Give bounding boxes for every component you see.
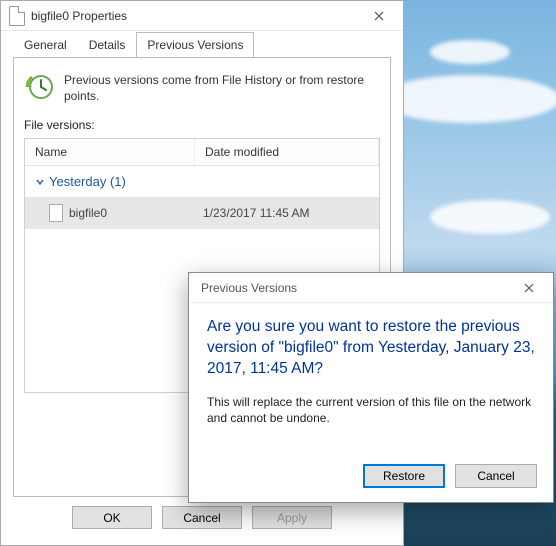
- dialog-main-text: Are you sure you want to restore the pre…: [207, 317, 535, 380]
- confirm-restore-dialog: Previous Versions Are you sure you want …: [188, 272, 554, 503]
- history-clock-icon: [24, 72, 54, 102]
- tab-row: General Details Previous Versions: [1, 31, 403, 57]
- file-versions-label: File versions:: [24, 118, 380, 132]
- apply-button[interactable]: Apply: [252, 506, 332, 529]
- file-date: 1/23/2017 11:45 AM: [195, 204, 379, 222]
- group-yesterday[interactable]: Yesterday (1): [25, 166, 379, 197]
- tab-general[interactable]: General: [13, 32, 78, 58]
- file-version-row[interactable]: bigfile0 1/23/2017 11:45 AM: [25, 197, 379, 229]
- dialog-sub-text: This will replace the current version of…: [207, 394, 535, 426]
- dialog-titlebar[interactable]: Previous Versions: [189, 273, 553, 303]
- column-name[interactable]: Name: [25, 139, 195, 165]
- ok-button[interactable]: OK: [72, 506, 152, 529]
- window-title: bigfile0 Properties: [31, 9, 359, 23]
- titlebar[interactable]: bigfile0 Properties: [1, 1, 403, 31]
- cancel-button[interactable]: Cancel: [162, 506, 242, 529]
- restore-button[interactable]: Restore: [363, 464, 445, 488]
- list-header: Name Date modified: [25, 139, 379, 166]
- file-icon: [9, 6, 25, 26]
- chevron-down-icon: [35, 177, 45, 187]
- column-date[interactable]: Date modified: [195, 139, 379, 165]
- group-label: Yesterday (1): [49, 174, 126, 189]
- dialog-button-row: Restore Cancel: [189, 454, 553, 502]
- file-name: bigfile0: [69, 206, 107, 220]
- tab-previous-versions[interactable]: Previous Versions: [136, 32, 254, 58]
- hint-text: Previous versions come from File History…: [64, 72, 380, 104]
- close-icon[interactable]: [509, 274, 549, 302]
- tab-details[interactable]: Details: [78, 32, 137, 58]
- dialog-title: Previous Versions: [201, 281, 509, 295]
- file-icon: [49, 204, 63, 222]
- dialog-button-row: OK Cancel Apply: [1, 498, 403, 537]
- close-icon[interactable]: [359, 2, 399, 30]
- cancel-button[interactable]: Cancel: [455, 464, 537, 488]
